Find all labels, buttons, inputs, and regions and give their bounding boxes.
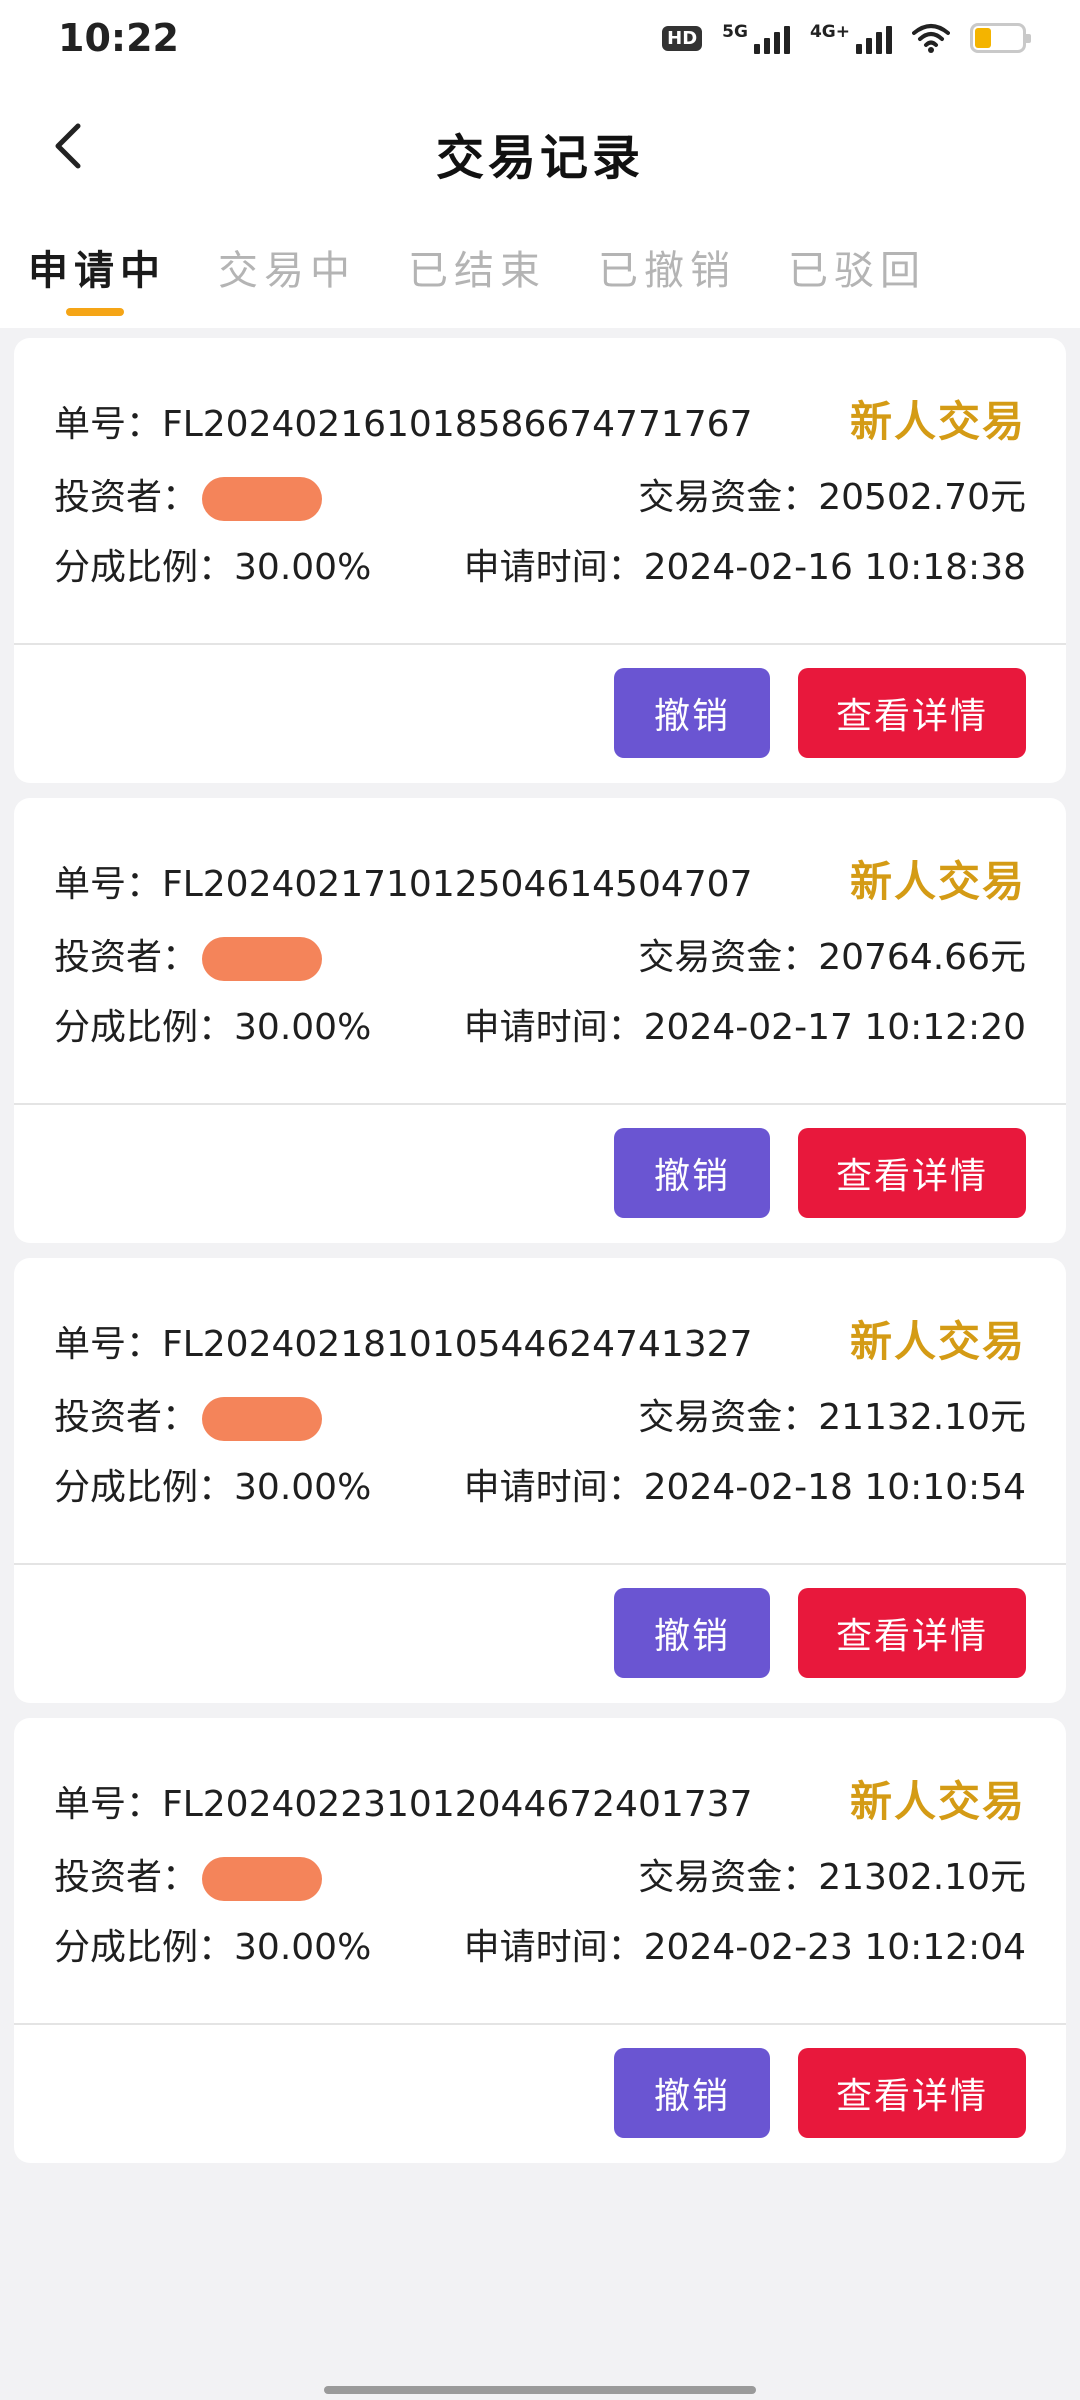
- divider: [14, 1103, 1066, 1105]
- record-card: 单号：FL202402181010544624741327 新人交易 投资者： …: [14, 1258, 1066, 1703]
- apply-time: 申请时间：2024-02-17 10:12:20: [463, 1007, 1026, 1048]
- tab-trading[interactable]: 交易中: [218, 216, 408, 328]
- apply-time: 申请时间：2024-02-23 10:12:04: [463, 1927, 1026, 1968]
- signal-4g-label: 4G+: [809, 22, 850, 42]
- order-number: 单号：FL20240216101858667477​1767: [54, 404, 753, 445]
- trade-funds: 交易资金：20764.66元: [638, 937, 1026, 978]
- order-number: 单号：FL202402171012504614504707: [54, 864, 753, 905]
- record-list: 单号：FL20240216101858667477​1767 新人交易 投资者：…: [0, 328, 1080, 2163]
- new-trade-tag: 新人交易: [849, 857, 1026, 906]
- status-icons: HD 5G 4G+: [662, 22, 1031, 54]
- header: 交易记录: [0, 86, 1080, 216]
- record-card: 单号：FL20240216101858667477​1767 新人交易 投资者：…: [14, 338, 1066, 783]
- tab-bar: 申请中 交易中 已结束 已撤销 已驳回: [0, 216, 1080, 328]
- share-ratio: 分成比例：30.00%: [54, 547, 372, 588]
- battery-icon: [970, 23, 1031, 53]
- cancel-button[interactable]: 撤销: [614, 668, 770, 758]
- card-actions: 撤销 查看详情: [614, 2048, 1026, 2138]
- cancel-button[interactable]: 撤销: [614, 2048, 770, 2138]
- order-number: 单号：FL202402181010544624741327: [54, 1324, 753, 1365]
- investor: 投资者：: [54, 928, 323, 981]
- hd-icon: HD: [662, 25, 703, 51]
- view-details-button[interactable]: 查看详情: [798, 1588, 1026, 1678]
- record-card: 单号：FL202402171012504614504707 新人交易 投资者： …: [14, 798, 1066, 1243]
- card-actions: 撤销 查看详情: [614, 1128, 1026, 1218]
- top-area: 10:22 HD 5G 4G+ 交易记录 申请中 交易中 已结束 已撤销 已驳回: [0, 0, 1080, 328]
- redacted-mark: [202, 477, 323, 521]
- signal-5g-icon: 5G: [722, 22, 790, 54]
- home-indicator[interactable]: [324, 2386, 756, 2394]
- signal-5g-label: 5G: [722, 22, 748, 42]
- investor: 投资者：: [54, 468, 323, 521]
- status-time: 10:22: [58, 16, 179, 60]
- divider: [14, 2023, 1066, 2025]
- new-trade-tag: 新人交易: [849, 1317, 1026, 1366]
- investor: 投资者：: [54, 1848, 323, 1901]
- view-details-button[interactable]: 查看详情: [798, 1128, 1026, 1218]
- view-details-button[interactable]: 查看详情: [798, 668, 1026, 758]
- redacted-mark: [202, 1397, 323, 1441]
- share-ratio: 分成比例：30.00%: [54, 1007, 372, 1048]
- trade-funds: 交易资金：21132.10元: [638, 1397, 1026, 1438]
- redacted-mark: [202, 1857, 323, 1901]
- tab-applying[interactable]: 申请中: [28, 216, 218, 328]
- status-bar: 10:22 HD 5G 4G+: [0, 0, 1080, 86]
- trade-funds: 交易资金：20502.70元: [638, 477, 1026, 518]
- wifi-icon: [912, 24, 950, 53]
- tab-cancelled[interactable]: 已撤销: [598, 216, 788, 328]
- tab-finished[interactable]: 已结束: [408, 216, 598, 328]
- view-details-button[interactable]: 查看详情: [798, 2048, 1026, 2138]
- divider: [14, 1563, 1066, 1565]
- card-actions: 撤销 查看详情: [614, 1588, 1026, 1678]
- tab-rejected[interactable]: 已驳回: [788, 216, 978, 328]
- page-title: 交易记录: [435, 130, 644, 186]
- share-ratio: 分成比例：30.00%: [54, 1927, 372, 1968]
- new-trade-tag: 新人交易: [849, 1777, 1026, 1826]
- apply-time: 申请时间：2024-02-18 10:10:54: [463, 1467, 1026, 1508]
- card-actions: 撤销 查看详情: [614, 668, 1026, 758]
- record-card: 单号：FL202402231012044672401737 新人交易 投资者： …: [14, 1718, 1066, 2163]
- investor: 投资者：: [54, 1388, 323, 1441]
- order-number: 单号：FL202402231012044672401737: [54, 1784, 753, 1825]
- trade-funds: 交易资金：21302.10元: [638, 1857, 1026, 1898]
- cancel-button[interactable]: 撤销: [614, 1588, 770, 1678]
- signal-4g-icon: 4G+: [810, 22, 892, 54]
- share-ratio: 分成比例：30.00%: [54, 1467, 372, 1508]
- cancel-button[interactable]: 撤销: [614, 1128, 770, 1218]
- apply-time: 申请时间：2024-02-16 10:18:38: [463, 547, 1026, 588]
- redacted-mark: [202, 937, 323, 981]
- new-trade-tag: 新人交易: [849, 397, 1026, 446]
- divider: [14, 643, 1066, 645]
